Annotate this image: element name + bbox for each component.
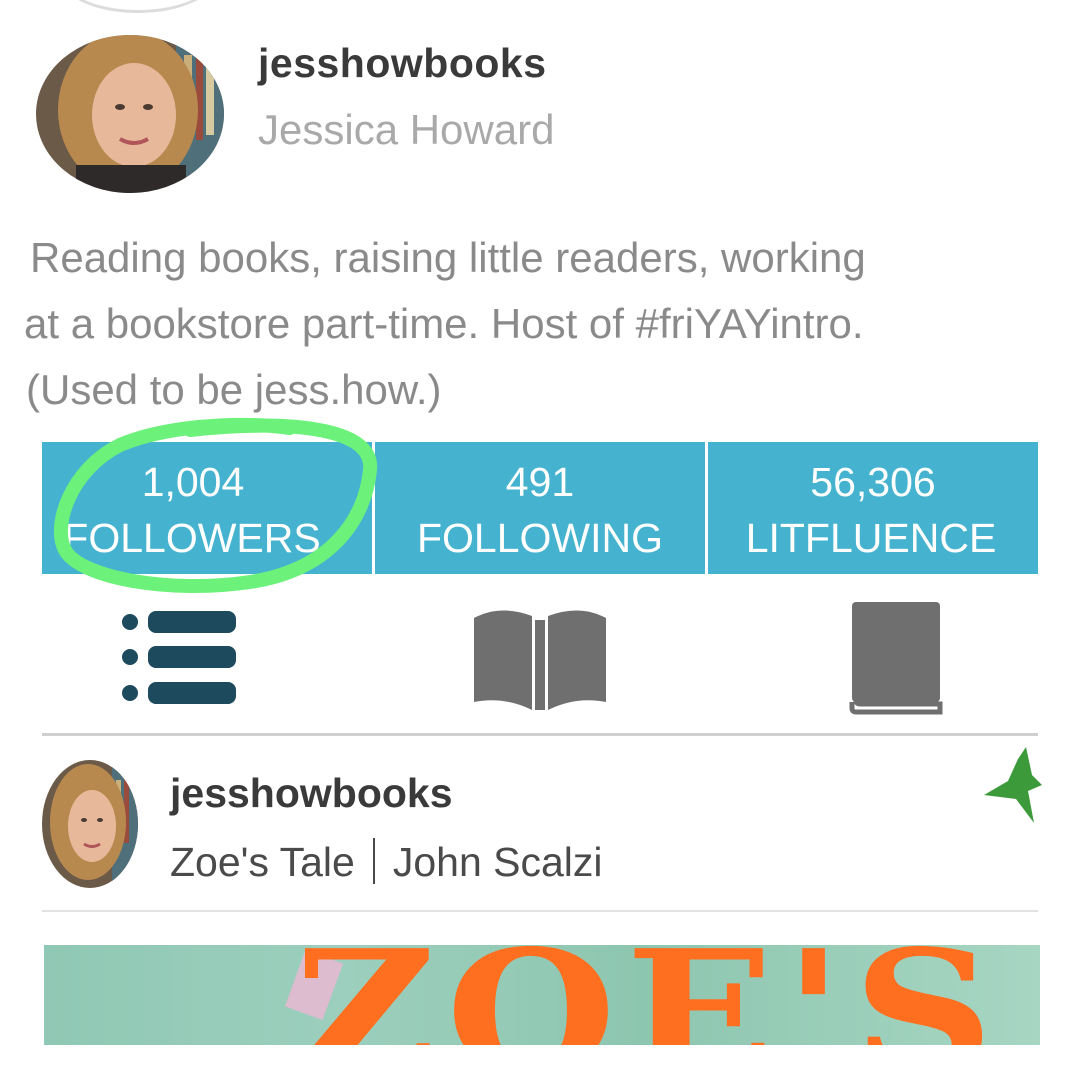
profile-username: jesshowbooks: [258, 40, 547, 86]
bio-line: at a bookstore part-time. Host of #friYA…: [24, 300, 864, 347]
bio-line: Reading books, raising little readers, w…: [30, 234, 866, 281]
litfluence-count: 56,306: [810, 459, 936, 505]
star-icon[interactable]: [982, 745, 1042, 825]
bio-line: (Used to be jess.how.): [26, 366, 442, 413]
title-author-separator: [372, 838, 375, 884]
followers-count: 1,004: [141, 459, 245, 505]
closed-book-icon: [849, 602, 943, 715]
tab-reading[interactable]: [442, 590, 642, 720]
open-book-icon: [474, 610, 606, 710]
profile-full-name: Jessica Howard: [258, 106, 555, 153]
stats-bar: 1,004 FOLLOWERS 491 FOLLOWING 56,306 LIT…: [42, 442, 1038, 574]
tab-list[interactable]: [102, 590, 302, 720]
litfluence-stat[interactable]: 56,306 LITFLUENCE: [705, 442, 1038, 574]
followers-stat[interactable]: 1,004 FOLLOWERS: [42, 442, 372, 574]
litfluence-label: LITFLUENCE: [745, 515, 997, 561]
feed-username[interactable]: jesshowbooks: [170, 770, 453, 817]
feed-avatar[interactable]: [42, 760, 138, 888]
feed-book-info[interactable]: Zoe's Tale John Scalzi: [170, 838, 603, 886]
previous-avatar-edge: [60, 0, 216, 13]
profile-tabs: [42, 590, 1038, 725]
tab-books[interactable]: [802, 590, 1002, 720]
following-label: FOLLOWING: [416, 515, 664, 561]
profile-avatar[interactable]: [36, 35, 224, 193]
followers-label: FOLLOWERS: [63, 515, 321, 561]
profile-bio: Reading books, raising little readers, w…: [24, 225, 1038, 423]
cover-title: ZOE'S: [294, 945, 1004, 1045]
profile-screen: jesshowbooks Jessica Howard Reading book…: [0, 0, 1080, 1080]
list-icon: [122, 611, 236, 704]
book-author: John Scalzi: [392, 839, 603, 885]
book-cover-image[interactable]: ZOE'S: [44, 945, 1040, 1045]
bottom-edge: [0, 1045, 1080, 1080]
feed-divider: [42, 910, 1038, 912]
following-count: 491: [505, 459, 575, 505]
book-title: Zoe's Tale: [170, 839, 355, 885]
following-stat[interactable]: 491 FOLLOWING: [372, 442, 705, 574]
section-divider: [42, 733, 1038, 736]
